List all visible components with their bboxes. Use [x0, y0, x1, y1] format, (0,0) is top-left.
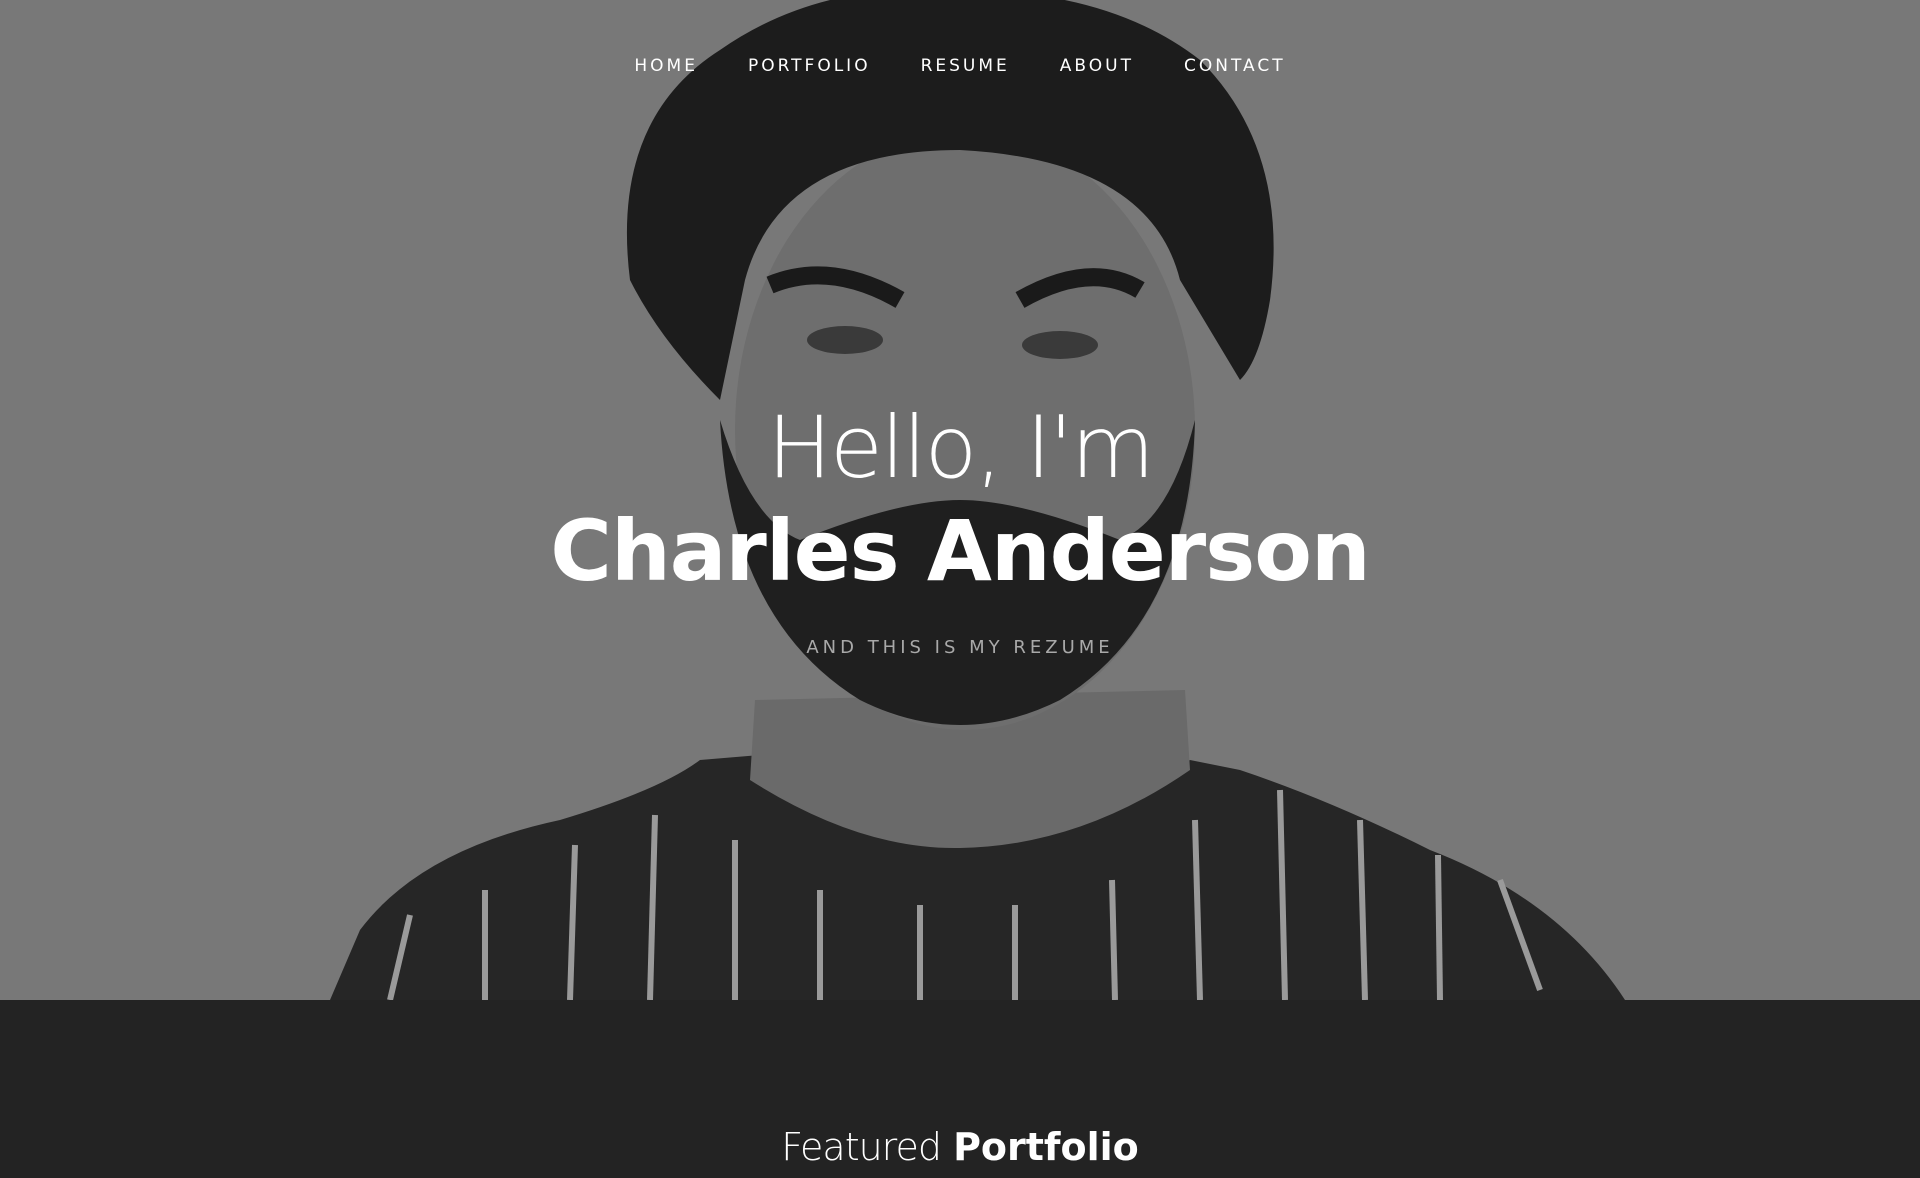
featured-heading-light: Featured — [781, 1125, 942, 1169]
portrait-photo — [330, 0, 1625, 1000]
main-nav: HOME PORTFOLIO RESUME ABOUT CONTACT — [0, 56, 1920, 76]
hero-subtitle: AND THIS IS MY REZUME — [806, 637, 1114, 658]
hero-section: HOME PORTFOLIO RESUME ABOUT CONTACT Hell… — [0, 0, 1920, 1000]
featured-heading-bold: Portfolio — [953, 1125, 1139, 1169]
hero-greeting: Hello, I'm — [767, 398, 1154, 498]
featured-portfolio-heading: Featured Portfolio — [0, 1125, 1920, 1169]
nav-home[interactable]: HOME — [634, 56, 698, 76]
nav-resume[interactable]: RESUME — [921, 56, 1010, 76]
nav-about[interactable]: ABOUT — [1060, 56, 1134, 76]
nav-portfolio[interactable]: PORTFOLIO — [748, 56, 871, 76]
left-eye — [807, 326, 883, 354]
nav-contact[interactable]: CONTACT — [1184, 56, 1286, 76]
right-eye — [1022, 331, 1098, 359]
hero-name: Charles Anderson — [550, 502, 1370, 600]
